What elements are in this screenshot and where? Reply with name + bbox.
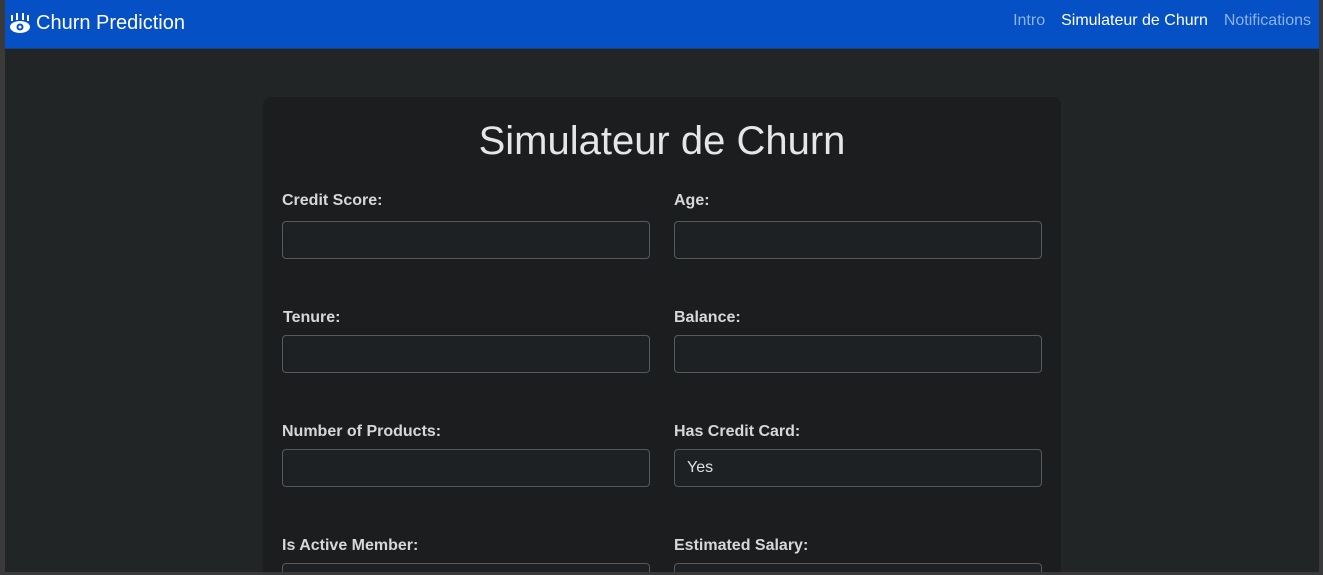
estimated-salary-input[interactable] bbox=[674, 563, 1042, 572]
nav-link-simulateur[interactable]: Simulateur de Churn bbox=[1061, 12, 1208, 30]
num-products-input[interactable] bbox=[282, 449, 650, 487]
navbar: Churn Prediction Intro Simulateur de Chu… bbox=[5, 0, 1319, 49]
page-title: Simulateur de Churn bbox=[478, 119, 846, 163]
brand-title: Churn Prediction bbox=[36, 12, 185, 34]
age-input[interactable] bbox=[674, 221, 1042, 259]
nav-links: Intro Simulateur de Churn Notifications bbox=[1013, 12, 1311, 30]
has-credit-card-label: Has Credit Card: bbox=[674, 423, 801, 440]
eye-logo-icon bbox=[10, 13, 30, 33]
nav-link-intro[interactable]: Intro bbox=[1013, 12, 1045, 30]
balance-label: Balance: bbox=[674, 309, 741, 326]
tenure-label: Tenure: bbox=[283, 309, 341, 326]
is-active-member-label: Is Active Member: bbox=[282, 537, 419, 554]
num-products-label: Number of Products: bbox=[282, 423, 442, 440]
credit-score-label: Credit Score: bbox=[282, 192, 383, 209]
navbar-brand[interactable]: Churn Prediction bbox=[8, 9, 185, 37]
credit-score-input[interactable] bbox=[282, 221, 650, 259]
balance-input[interactable] bbox=[674, 335, 1042, 373]
is-active-member-select[interactable] bbox=[282, 563, 650, 572]
has-credit-card-value: Yes bbox=[687, 459, 714, 476]
app-frame: Churn Prediction Intro Simulateur de Chu… bbox=[5, 0, 1319, 572]
tenure-input[interactable] bbox=[282, 335, 650, 373]
age-label: Age: bbox=[674, 192, 710, 209]
nav-link-notifications[interactable]: Notifications bbox=[1224, 12, 1311, 30]
has-credit-card-select[interactable]: Yes bbox=[674, 449, 1042, 487]
estimated-salary-label: Estimated Salary: bbox=[674, 537, 809, 554]
